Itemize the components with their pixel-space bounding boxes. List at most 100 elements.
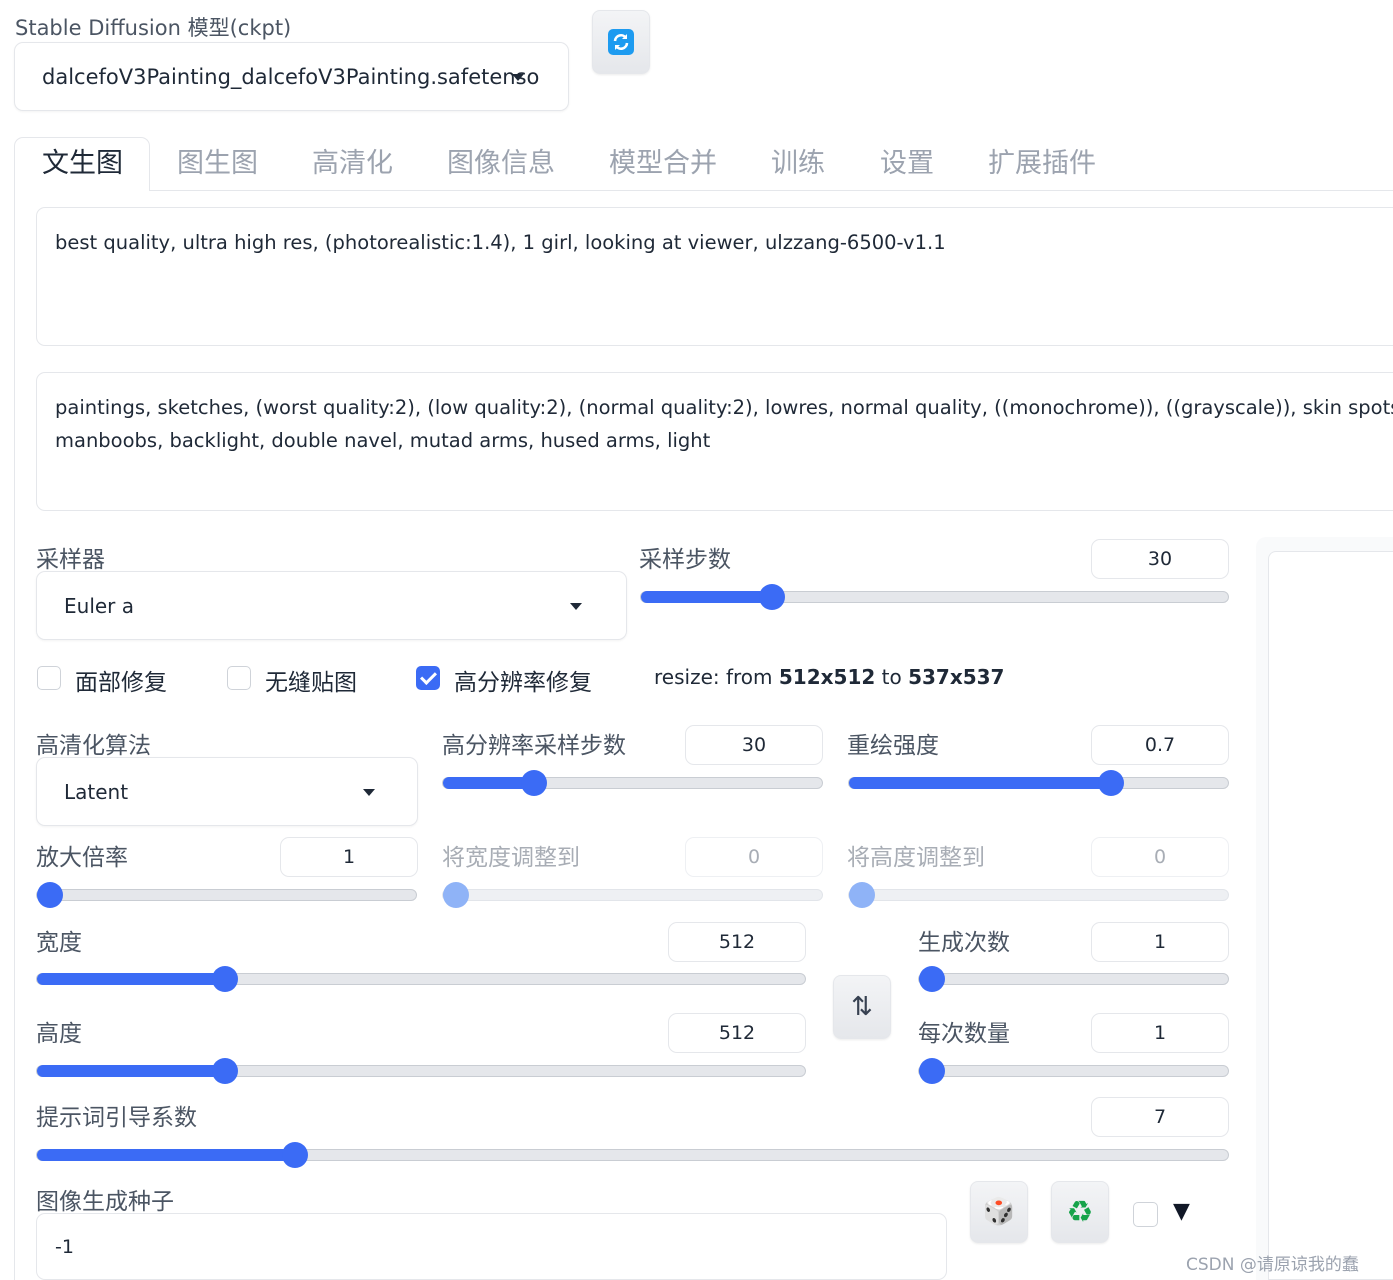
reuse-seed-button[interactable]: ♻ <box>1051 1181 1109 1243</box>
model-label: Stable Diffusion 模型(ckpt) <box>15 16 292 40</box>
resize-width-slider[interactable] <box>442 882 823 908</box>
random-seed-button[interactable]: 🎲 <box>970 1181 1028 1243</box>
height-slider-handle[interactable] <box>211 1058 238 1084</box>
negative-prompt-line1: paintings, sketches, (worst quality:2), … <box>55 396 1393 419</box>
resize-width-input[interactable]: 0 <box>685 837 823 877</box>
upscale-by-label: 放大倍率 <box>36 845 128 871</box>
tab-extras[interactable]: 高清化 <box>312 138 393 190</box>
dice-icon: 🎲 <box>982 1197 1016 1227</box>
resize-height-input[interactable]: 0 <box>1091 837 1229 877</box>
height-label: 高度 <box>36 1021 82 1047</box>
batch-count-label: 生成次数 <box>918 930 1010 956</box>
resize-from: 512x512 <box>778 665 876 689</box>
tab-extensions[interactable]: 扩展插件 <box>988 138 1096 190</box>
tiling-checkbox[interactable] <box>227 666 251 690</box>
sampler-label: 采样器 <box>36 547 105 573</box>
extra-seed-checkbox[interactable] <box>1133 1202 1158 1227</box>
refresh-model-button[interactable] <box>592 10 650 74</box>
batch-size-input[interactable]: 1 <box>1091 1013 1229 1053</box>
hires-fix-checkbox[interactable] <box>416 666 440 690</box>
denoise-slider-handle[interactable] <box>1097 770 1124 796</box>
width-slider-handle[interactable] <box>211 966 238 992</box>
resize-height-label: 将高度调整到 <box>847 845 985 871</box>
sampler-value: Euler a <box>64 593 135 618</box>
denoise-slider-fill <box>849 777 1111 789</box>
tab-img2img[interactable]: 图生图 <box>177 138 258 190</box>
cfg-slider[interactable] <box>36 1142 1229 1168</box>
tab-txt2img[interactable]: 文生图 <box>42 138 123 190</box>
seed-value: -1 <box>55 1236 74 1258</box>
recycle-icon: ♻ <box>1066 1194 1094 1230</box>
extra-seed-toggle-icon[interactable]: ▼ <box>1173 1199 1190 1224</box>
resize-info-mid: to <box>875 665 909 689</box>
model-dropdown[interactable]: dalcefoV3Painting_dalcefoV3Painting.safe… <box>14 42 569 111</box>
hires-steps-input[interactable]: 30 <box>685 725 823 765</box>
seed-input[interactable]: -1 <box>36 1213 947 1280</box>
output-gallery <box>1268 551 1393 1280</box>
face-restore-label: 面部修复 <box>75 670 167 696</box>
hires-fix-label: 高分辨率修复 <box>454 670 592 696</box>
positive-prompt-textarea[interactable]: best quality, ultra high res, (photoreal… <box>36 207 1393 346</box>
cfg-slider-fill <box>37 1149 296 1161</box>
tiling-label: 无缝贴图 <box>265 670 357 696</box>
chevron-down-icon <box>570 602 582 610</box>
tab-settings[interactable]: 设置 <box>880 138 934 190</box>
tab-train[interactable]: 训练 <box>771 138 825 190</box>
resize-height-slider[interactable] <box>848 882 1229 908</box>
cfg-input[interactable]: 7 <box>1091 1097 1229 1137</box>
tab-checkpoint-merger[interactable]: 模型合并 <box>609 138 717 190</box>
steps-label: 采样步数 <box>639 547 731 573</box>
batch-count-slider[interactable] <box>918 966 1229 992</box>
resize-width-slider-handle[interactable] <box>443 882 469 908</box>
refresh-icon <box>608 29 634 55</box>
resize-width-label: 将宽度调整到 <box>442 845 580 871</box>
resize-info: resize: from 512x512 to 537x537 <box>654 665 1004 689</box>
steps-input[interactable]: 30 <box>1091 539 1229 579</box>
swap-dimensions-button[interactable]: ⇅ <box>833 975 891 1039</box>
resize-height-slider-handle[interactable] <box>849 882 875 908</box>
upscale-by-slider-handle[interactable] <box>37 882 63 908</box>
resize-info-prefix: resize: from <box>654 665 779 689</box>
steps-slider-handle[interactable] <box>759 584 786 610</box>
chevron-down-icon <box>512 73 524 81</box>
width-slider[interactable] <box>36 966 806 992</box>
denoise-input[interactable]: 0.7 <box>1091 725 1229 765</box>
width-slider-fill <box>37 973 225 985</box>
height-slider[interactable] <box>36 1058 806 1084</box>
steps-slider-fill <box>641 591 773 603</box>
width-input[interactable]: 512 <box>668 922 806 962</box>
height-slider-fill <box>37 1065 225 1077</box>
batch-size-label: 每次数量 <box>918 1021 1010 1047</box>
hires-steps-label: 高分辨率采样步数 <box>442 733 626 759</box>
batch-size-slider[interactable] <box>918 1058 1229 1084</box>
sampler-dropdown[interactable]: Euler a <box>36 571 627 640</box>
tab-png-info[interactable]: 图像信息 <box>447 138 555 190</box>
hires-steps-slider-handle[interactable] <box>521 770 548 796</box>
upscaler-value: Latent <box>64 779 129 804</box>
upscaler-label: 高清化算法 <box>36 733 151 759</box>
denoise-slider[interactable] <box>848 770 1229 796</box>
face-restore-checkbox[interactable] <box>37 666 61 690</box>
cfg-label: 提示词引导系数 <box>36 1105 197 1131</box>
upscaler-dropdown[interactable]: Latent <box>36 757 418 826</box>
cfg-slider-handle[interactable] <box>282 1142 309 1168</box>
panel-border <box>14 190 15 1280</box>
upscale-by-input[interactable]: 1 <box>280 837 418 877</box>
upscale-by-slider[interactable] <box>36 882 417 908</box>
height-input[interactable]: 512 <box>668 1013 806 1053</box>
tab-bar-divider <box>150 190 1393 191</box>
resize-to: 537x537 <box>908 665 1005 689</box>
steps-slider[interactable] <box>640 584 1229 610</box>
model-value: dalcefoV3Painting_dalcefoV3Painting.safe… <box>42 64 540 89</box>
seed-label: 图像生成种子 <box>36 1189 174 1215</box>
hires-steps-slider[interactable] <box>442 770 823 796</box>
watermark: CSDN @请原谅我的蠢 <box>1186 1255 1359 1275</box>
negative-prompt-textarea[interactable]: paintings, sketches, (worst quality:2), … <box>36 372 1393 511</box>
chevron-down-icon <box>363 788 375 796</box>
positive-prompt-text: best quality, ultra high res, (photoreal… <box>55 231 946 254</box>
negative-prompt-line2: manboobs, backlight, double navel, mutad… <box>55 429 711 452</box>
denoise-label: 重绘强度 <box>847 733 939 759</box>
batch-count-input[interactable]: 1 <box>1091 922 1229 962</box>
batch-size-slider-handle[interactable] <box>919 1058 945 1084</box>
batch-count-slider-handle[interactable] <box>919 966 945 992</box>
